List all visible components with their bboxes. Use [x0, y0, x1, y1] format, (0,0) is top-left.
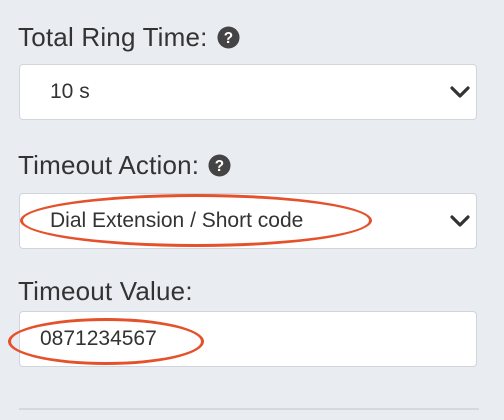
- timeout-action-label: Timeout Action: ?: [18, 150, 231, 181]
- timeout-action-label-text: Timeout Action:: [18, 150, 200, 180]
- settings-form: Total Ring Time: ? 10 s Timeout Action: …: [0, 0, 504, 420]
- svg-text:?: ?: [215, 158, 225, 175]
- ring-time-label: Total Ring Time: ?: [18, 22, 240, 53]
- chevron-down-icon: [450, 215, 470, 227]
- section-divider: [19, 408, 479, 410]
- ring-time-selected-value: 10 s: [50, 80, 90, 103]
- ring-time-select[interactable]: 10 s: [19, 64, 477, 120]
- timeout-value-text: 0871234567: [40, 327, 157, 350]
- timeout-value-label: Timeout Value:: [18, 276, 193, 307]
- question-circle-icon[interactable]: ?: [217, 26, 240, 49]
- svg-text:?: ?: [223, 30, 233, 47]
- timeout-action-select[interactable]: Dial Extension / Short code: [19, 193, 477, 249]
- question-circle-icon[interactable]: ?: [208, 154, 231, 177]
- timeout-value-label-text: Timeout Value:: [18, 276, 193, 306]
- ring-time-label-text: Total Ring Time:: [18, 22, 208, 52]
- timeout-value-input[interactable]: 0871234567: [19, 311, 477, 367]
- timeout-action-selected-value: Dial Extension / Short code: [50, 209, 304, 232]
- chevron-down-icon: [450, 86, 470, 98]
